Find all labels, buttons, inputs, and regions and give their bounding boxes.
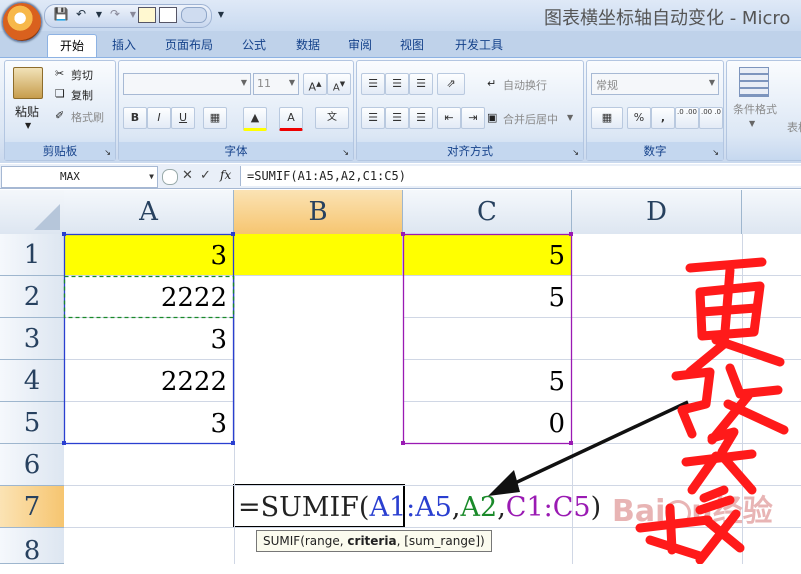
handwritten-annotation	[488, 257, 789, 564]
